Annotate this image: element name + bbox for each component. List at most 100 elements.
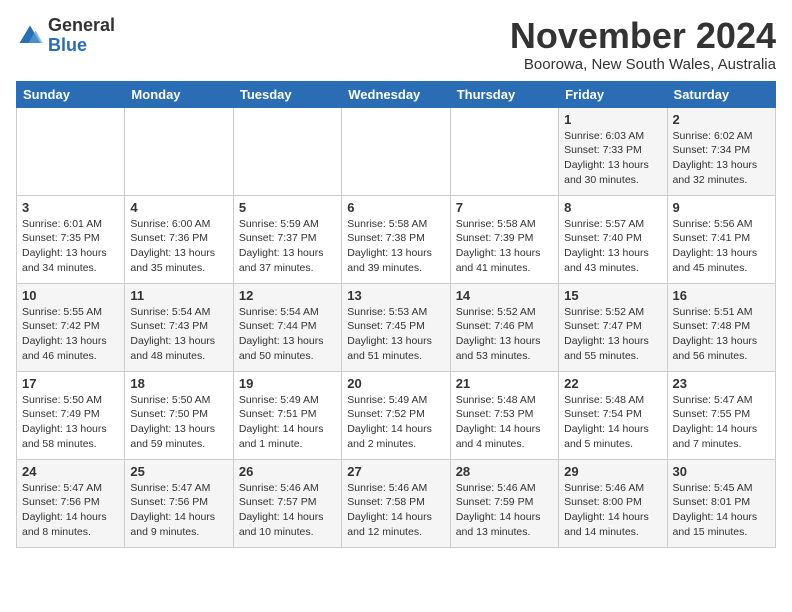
calendar-cell: 18Sunrise: 5:50 AMSunset: 7:50 PMDayligh… bbox=[125, 371, 233, 459]
calendar-cell: 25 Sunrise: 5:47 AMSunset: 7:56 PMDayligh… bbox=[125, 459, 233, 547]
day-number: 15 bbox=[564, 288, 661, 303]
day-number: 18 bbox=[130, 376, 227, 391]
calendar-cell: 15Sunrise: 5:52 AMSunset: 7:47 PMDayligh… bbox=[559, 283, 667, 371]
day-detail: Sunrise: 5:47 AMSunset: 7:56 PMDaylight:… bbox=[22, 481, 119, 540]
day-detail: Sunrise: 5:49 AMSunset: 7:52 PMDaylight:… bbox=[347, 393, 444, 452]
day-number: 2 bbox=[673, 112, 770, 127]
calendar-cell: 4 Sunrise: 6:00 AMSunset: 7:36 PMDaylight… bbox=[125, 195, 233, 283]
logo-general: General bbox=[48, 15, 115, 35]
day-detail: Sunrise: 5:46 AMSunset: 8:00 PMDaylight:… bbox=[564, 481, 661, 540]
day-detail: Sunrise: 5:55 AMSunset: 7:42 PMDaylight:… bbox=[22, 305, 119, 364]
day-detail: Sunrise: 5:46 AMSunset: 7:59 PMDaylight:… bbox=[456, 481, 553, 540]
day-number: 4 bbox=[130, 200, 227, 215]
day-detail: Sunrise: 5:51 AMSunset: 7:48 PMDaylight:… bbox=[673, 305, 770, 364]
day-detail: Sunrise: 5:45 AMSunset: 8:01 PMDaylight:… bbox=[673, 481, 770, 540]
day-number: 28 bbox=[456, 464, 553, 479]
calendar-cell: 13 Sunrise: 5:53 AMSunset: 7:45 PMDayligh… bbox=[342, 283, 450, 371]
calendar-cell: 14 Sunrise: 5:52 AMSunset: 7:46 PMDayligh… bbox=[450, 283, 558, 371]
calendar-cell: 12 Sunrise: 5:54 AMSunset: 7:44 PMDayligh… bbox=[233, 283, 341, 371]
calendar-cell: 30Sunrise: 5:45 AMSunset: 8:01 PMDayligh… bbox=[667, 459, 775, 547]
day-number: 23 bbox=[673, 376, 770, 391]
calendar-cell bbox=[233, 107, 341, 195]
calendar-cell: 1Sunrise: 6:03 AMSunset: 7:33 PMDaylight… bbox=[559, 107, 667, 195]
calendar-cell: 23 Sunrise: 5:47 AMSunset: 7:55 PMDayligh… bbox=[667, 371, 775, 459]
day-number: 16 bbox=[673, 288, 770, 303]
day-detail: Sunrise: 5:59 AMSunset: 7:37 PMDaylight:… bbox=[239, 217, 336, 276]
day-detail: Sunrise: 5:46 AMSunset: 7:58 PMDaylight:… bbox=[347, 481, 444, 540]
weekday-header-row: SundayMondayTuesdayWednesdayThursdayFrid… bbox=[17, 81, 776, 107]
day-detail: Sunrise: 5:48 AMSunset: 7:53 PMDaylight:… bbox=[456, 393, 553, 452]
logo: General Blue bbox=[16, 16, 115, 56]
calendar-cell: 19 Sunrise: 5:49 AMSunset: 7:51 PMDayligh… bbox=[233, 371, 341, 459]
day-number: 9 bbox=[673, 200, 770, 215]
day-detail: Sunrise: 5:58 AMSunset: 7:38 PMDaylight:… bbox=[347, 217, 444, 276]
logo-text: General Blue bbox=[48, 16, 115, 56]
calendar-cell: 22 Sunrise: 5:48 AMSunset: 7:54 PMDayligh… bbox=[559, 371, 667, 459]
calendar-cell: 6 Sunrise: 5:58 AMSunset: 7:38 PMDaylight… bbox=[342, 195, 450, 283]
day-detail: Sunrise: 5:48 AMSunset: 7:54 PMDaylight:… bbox=[564, 393, 661, 452]
day-number: 1 bbox=[564, 112, 661, 127]
day-detail: Sunrise: 5:47 AMSunset: 7:55 PMDaylight:… bbox=[673, 393, 770, 452]
calendar-cell: 5 Sunrise: 5:59 AMSunset: 7:37 PMDaylight… bbox=[233, 195, 341, 283]
day-number: 8 bbox=[564, 200, 661, 215]
calendar-cell: 7 Sunrise: 5:58 AMSunset: 7:39 PMDaylight… bbox=[450, 195, 558, 283]
calendar-week-row: 10 Sunrise: 5:55 AMSunset: 7:42 PMDayligh… bbox=[17, 283, 776, 371]
weekday-monday: Monday bbox=[125, 81, 233, 107]
weekday-friday: Friday bbox=[559, 81, 667, 107]
day-number: 7 bbox=[456, 200, 553, 215]
calendar-cell: 16 Sunrise: 5:51 AMSunset: 7:48 PMDayligh… bbox=[667, 283, 775, 371]
weekday-wednesday: Wednesday bbox=[342, 81, 450, 107]
calendar-cell: 29Sunrise: 5:46 AMSunset: 8:00 PMDayligh… bbox=[559, 459, 667, 547]
calendar-cell bbox=[17, 107, 125, 195]
day-number: 26 bbox=[239, 464, 336, 479]
day-number: 17 bbox=[22, 376, 119, 391]
day-detail: Sunrise: 5:57 AMSunset: 7:40 PMDaylight:… bbox=[564, 217, 661, 276]
calendar-cell: 20Sunrise: 5:49 AMSunset: 7:52 PMDayligh… bbox=[342, 371, 450, 459]
calendar-week-row: 17Sunrise: 5:50 AMSunset: 7:49 PMDayligh… bbox=[17, 371, 776, 459]
day-number: 25 bbox=[130, 464, 227, 479]
calendar-week-row: 1Sunrise: 6:03 AMSunset: 7:33 PMDaylight… bbox=[17, 107, 776, 195]
location-subtitle: Boorowa, New South Wales, Australia bbox=[510, 56, 776, 73]
day-detail: Sunrise: 6:00 AMSunset: 7:36 PMDaylight:… bbox=[130, 217, 227, 276]
calendar-cell: 28 Sunrise: 5:46 AMSunset: 7:59 PMDayligh… bbox=[450, 459, 558, 547]
title-block: November 2024 Boorowa, New South Wales, … bbox=[510, 16, 776, 73]
calendar-cell bbox=[342, 107, 450, 195]
day-detail: Sunrise: 5:58 AMSunset: 7:39 PMDaylight:… bbox=[456, 217, 553, 276]
day-number: 12 bbox=[239, 288, 336, 303]
calendar-cell: 2Sunrise: 6:02 AMSunset: 7:34 PMDaylight… bbox=[667, 107, 775, 195]
logo-blue: Blue bbox=[48, 35, 87, 55]
day-number: 13 bbox=[347, 288, 444, 303]
day-number: 19 bbox=[239, 376, 336, 391]
day-detail: Sunrise: 5:54 AMSunset: 7:44 PMDaylight:… bbox=[239, 305, 336, 364]
calendar-week-row: 24Sunrise: 5:47 AMSunset: 7:56 PMDayligh… bbox=[17, 459, 776, 547]
day-number: 5 bbox=[239, 200, 336, 215]
logo-icon bbox=[16, 22, 44, 50]
day-number: 11 bbox=[130, 288, 227, 303]
calendar-cell: 27 Sunrise: 5:46 AMSunset: 7:58 PMDayligh… bbox=[342, 459, 450, 547]
day-number: 14 bbox=[456, 288, 553, 303]
header: General Blue November 2024 Boorowa, New … bbox=[16, 16, 776, 73]
calendar-cell: 24Sunrise: 5:47 AMSunset: 7:56 PMDayligh… bbox=[17, 459, 125, 547]
calendar-table: SundayMondayTuesdayWednesdayThursdayFrid… bbox=[16, 81, 776, 548]
calendar-cell: 21Sunrise: 5:48 AMSunset: 7:53 PMDayligh… bbox=[450, 371, 558, 459]
day-number: 6 bbox=[347, 200, 444, 215]
day-detail: Sunrise: 5:56 AMSunset: 7:41 PMDaylight:… bbox=[673, 217, 770, 276]
calendar-cell: 3Sunrise: 6:01 AMSunset: 7:35 PMDaylight… bbox=[17, 195, 125, 283]
weekday-sunday: Sunday bbox=[17, 81, 125, 107]
day-number: 10 bbox=[22, 288, 119, 303]
calendar-cell: 8 Sunrise: 5:57 AMSunset: 7:40 PMDaylight… bbox=[559, 195, 667, 283]
calendar-cell bbox=[125, 107, 233, 195]
calendar-cell: 26Sunrise: 5:46 AMSunset: 7:57 PMDayligh… bbox=[233, 459, 341, 547]
day-detail: Sunrise: 5:52 AMSunset: 7:46 PMDaylight:… bbox=[456, 305, 553, 364]
weekday-thursday: Thursday bbox=[450, 81, 558, 107]
weekday-saturday: Saturday bbox=[667, 81, 775, 107]
day-number: 22 bbox=[564, 376, 661, 391]
calendar-cell bbox=[450, 107, 558, 195]
day-number: 27 bbox=[347, 464, 444, 479]
day-detail: Sunrise: 5:47 AMSunset: 7:56 PMDaylight:… bbox=[130, 481, 227, 540]
day-detail: Sunrise: 5:53 AMSunset: 7:45 PMDaylight:… bbox=[347, 305, 444, 364]
day-detail: Sunrise: 5:49 AMSunset: 7:51 PMDaylight:… bbox=[239, 393, 336, 452]
day-number: 3 bbox=[22, 200, 119, 215]
calendar-cell: 17Sunrise: 5:50 AMSunset: 7:49 PMDayligh… bbox=[17, 371, 125, 459]
calendar-week-row: 3Sunrise: 6:01 AMSunset: 7:35 PMDaylight… bbox=[17, 195, 776, 283]
